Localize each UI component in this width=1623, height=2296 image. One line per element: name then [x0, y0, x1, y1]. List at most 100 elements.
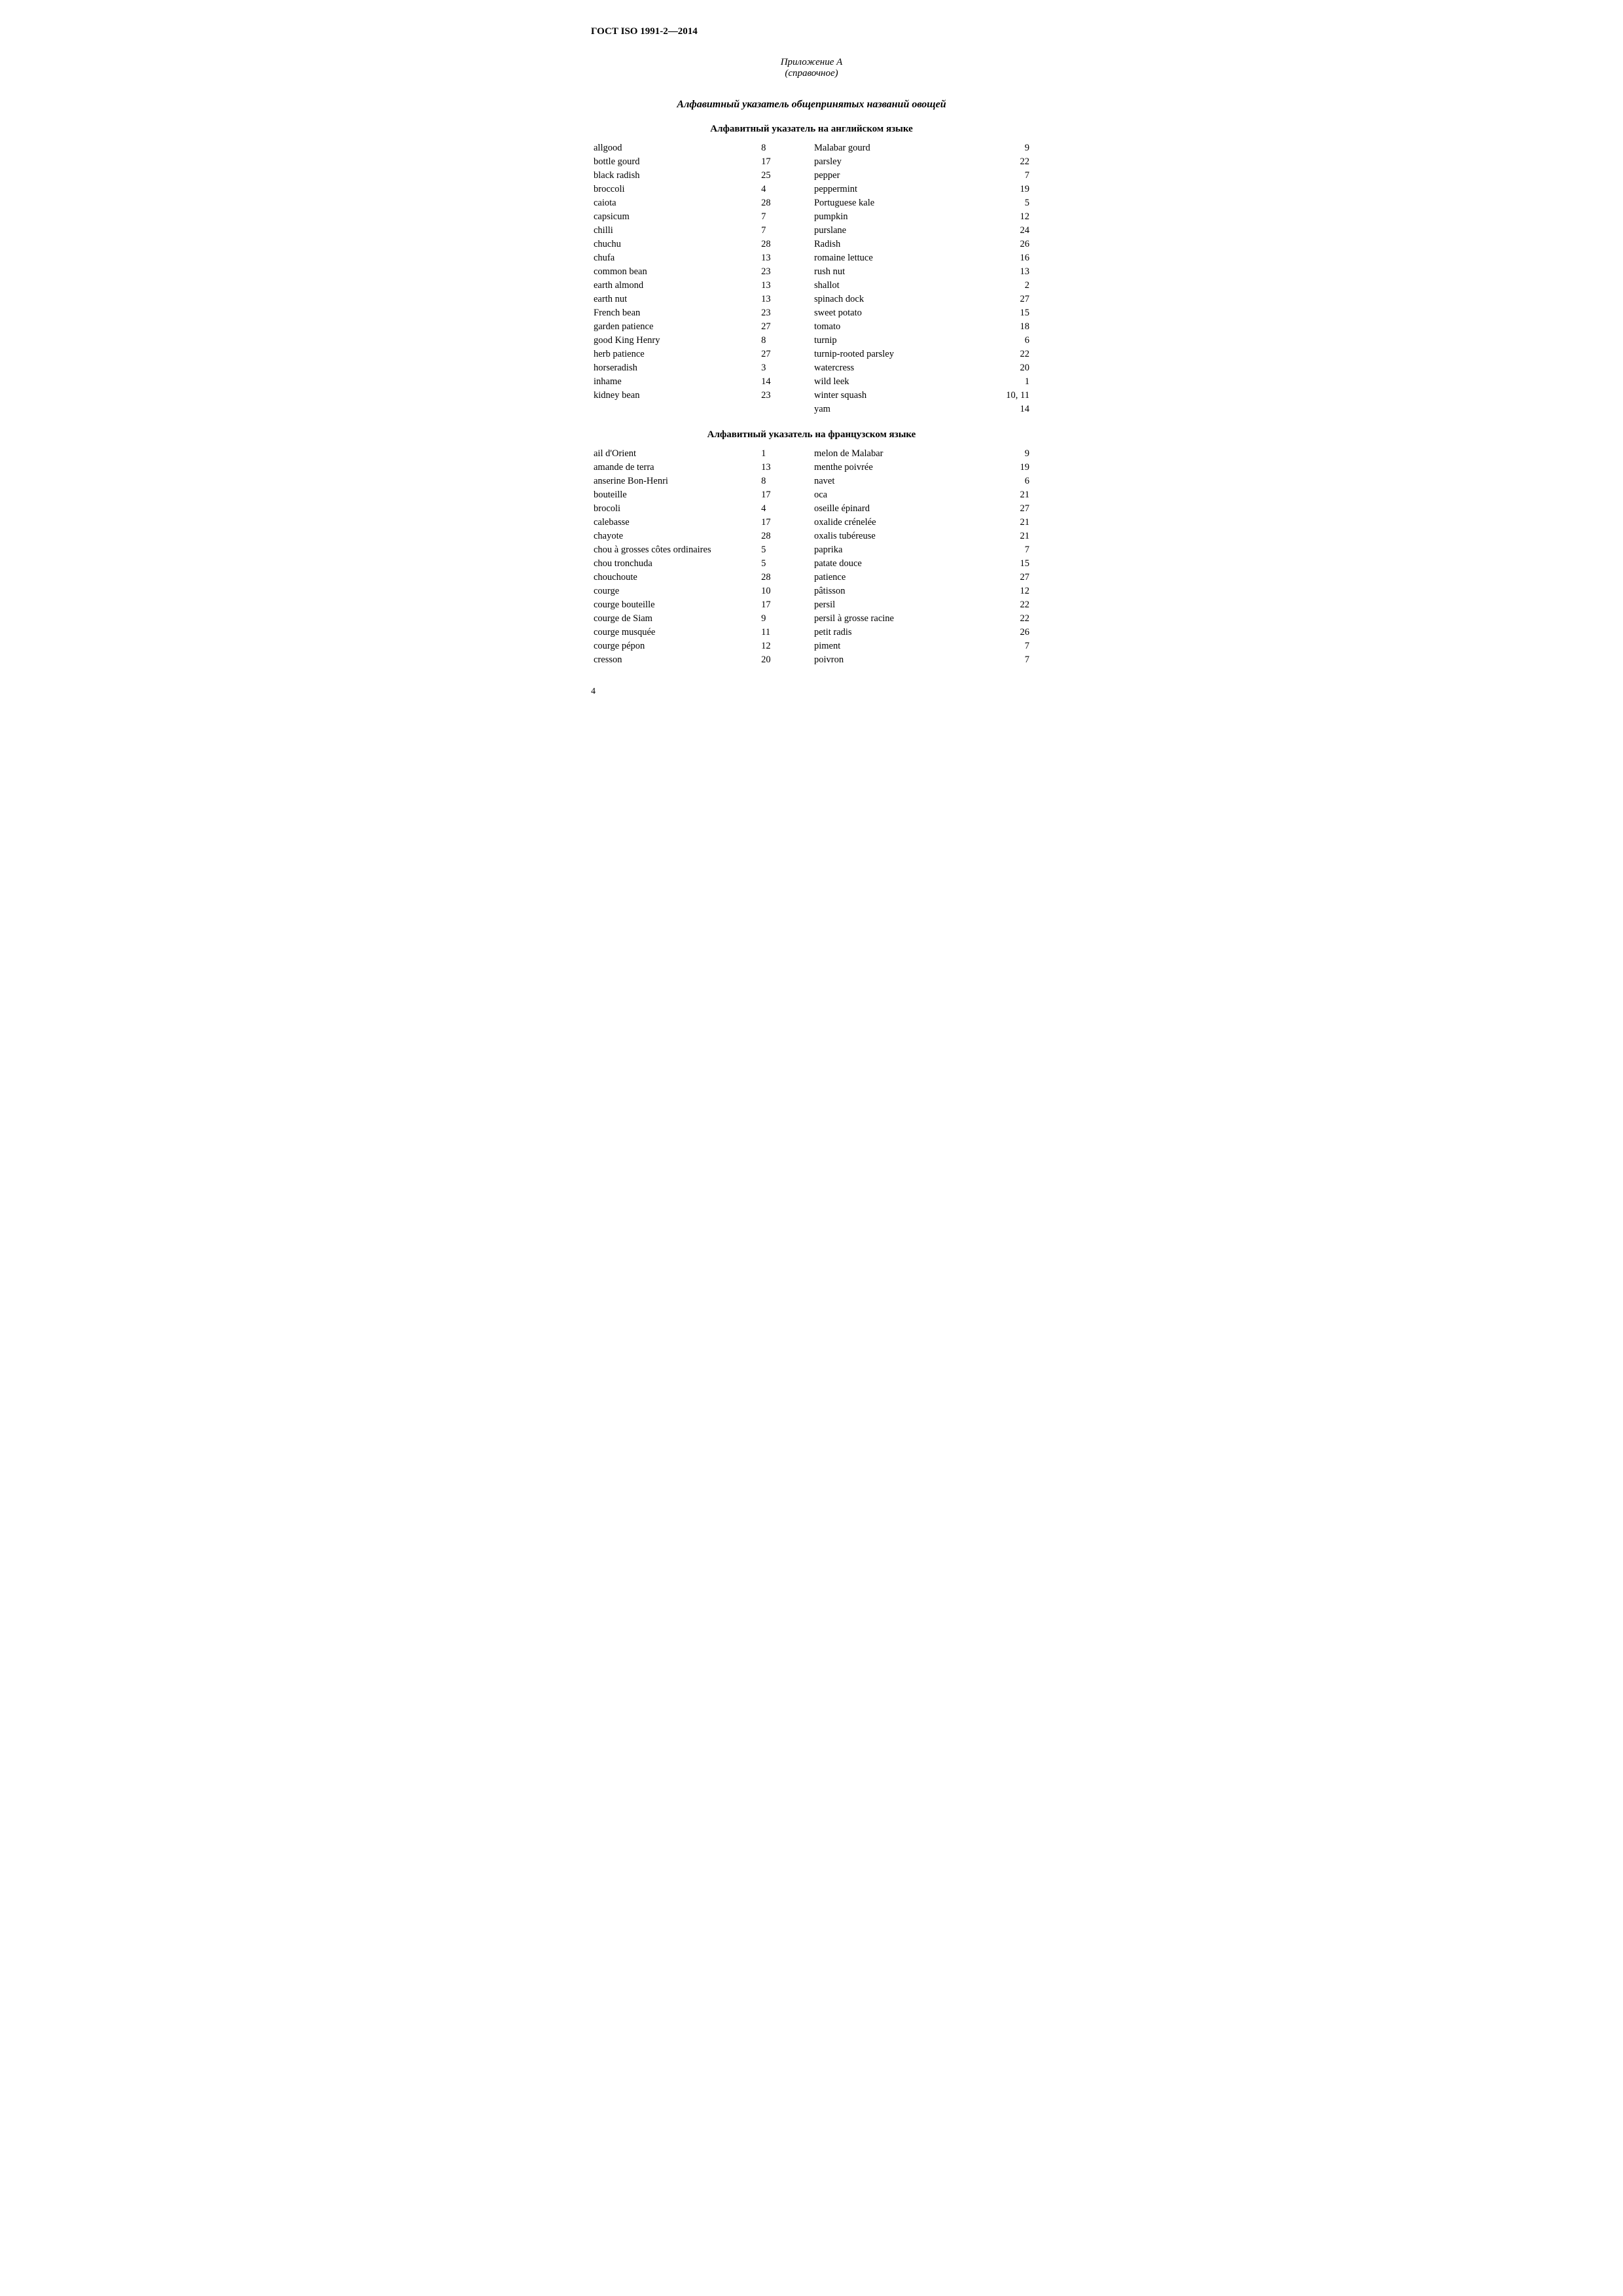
list-item: earth almond — [591, 279, 758, 293]
list-item: 10, 11 — [979, 389, 1032, 403]
list-item: 23 — [758, 265, 812, 279]
list-item: 15 — [979, 557, 1032, 571]
list-item: 1 — [979, 375, 1032, 389]
list-item: 13 — [758, 251, 812, 265]
list-item: 19 — [979, 461, 1032, 475]
table-row: chouchoute 28 patience 27 — [591, 571, 1032, 584]
list-item: 23 — [758, 306, 812, 320]
main-title: Алфавитный указатель общепринятых назван… — [591, 99, 1032, 111]
list-item: 9 — [979, 141, 1032, 155]
table-row: chou tronchuda 5 patate douce 15 — [591, 557, 1032, 571]
list-item: pepper — [812, 169, 979, 183]
list-item: chou tronchuda — [591, 557, 758, 571]
list-item: chilli — [591, 224, 758, 238]
list-item: 17 — [758, 488, 812, 502]
list-item: 28 — [758, 238, 812, 251]
list-item: French bean — [591, 306, 758, 320]
list-item: tomato — [812, 320, 979, 334]
list-item: persil — [812, 598, 979, 612]
list-item: 25 — [758, 169, 812, 183]
list-item: anserine Bon-Henri — [591, 475, 758, 488]
list-item: bouteille — [591, 488, 758, 502]
list-item: oxalide crénelée — [812, 516, 979, 529]
list-item: cresson — [591, 653, 758, 667]
table-row: capsicum 7 pumpkin 12 — [591, 210, 1032, 224]
table-row: chayote 28 oxalis tubéreuse 21 — [591, 529, 1032, 543]
list-item: 13 — [758, 461, 812, 475]
appendix-block: Приложение А (справочное) — [591, 57, 1032, 79]
list-item: persil à grosse racine — [812, 612, 979, 626]
list-item: garden patience — [591, 320, 758, 334]
list-item: chou à grosses côtes ordinaires — [591, 543, 758, 557]
english-section-title: Алфавитный указатель на английском языке — [591, 124, 1032, 135]
list-item: courge pépon — [591, 639, 758, 653]
list-item: navet — [812, 475, 979, 488]
list-item: allgood — [591, 141, 758, 155]
list-item: courge — [591, 584, 758, 598]
list-item: 23 — [758, 389, 812, 403]
table-row: courge bouteille 17 persil 22 — [591, 598, 1032, 612]
list-item: 20 — [979, 361, 1032, 375]
table-row: French bean 23 sweet potato 15 — [591, 306, 1032, 320]
list-item: 22 — [979, 155, 1032, 169]
table-row: ail d'Orient 1 melon de Malabar 9 — [591, 447, 1032, 461]
list-item: 26 — [979, 626, 1032, 639]
list-item: 27 — [979, 502, 1032, 516]
list-item: 12 — [758, 639, 812, 653]
list-item: chouchoute — [591, 571, 758, 584]
list-item: 5 — [758, 543, 812, 557]
french-section-title: Алфавитный указатель на французском язык… — [591, 429, 1032, 440]
list-item: petit radis — [812, 626, 979, 639]
list-item: herb patience — [591, 348, 758, 361]
table-row: earth almond 13 shallot 2 — [591, 279, 1032, 293]
list-item: 28 — [758, 529, 812, 543]
list-item: 28 — [758, 571, 812, 584]
table-row: calebasse 17 oxalide crénelée 21 — [591, 516, 1032, 529]
list-item: courge de Siam — [591, 612, 758, 626]
list-item: broccoli — [591, 183, 758, 196]
list-item — [758, 403, 812, 416]
list-item: 27 — [979, 293, 1032, 306]
table-row: courge 10 pâtisson 12 — [591, 584, 1032, 598]
list-item: inhame — [591, 375, 758, 389]
table-row: earth nut 13 spinach dock 27 — [591, 293, 1032, 306]
table-row: anserine Bon-Henri 8 navet 6 — [591, 475, 1032, 488]
list-item: 21 — [979, 516, 1032, 529]
list-item: 13 — [979, 265, 1032, 279]
appendix-line2: (справочное) — [591, 68, 1032, 79]
list-item: courge bouteille — [591, 598, 758, 612]
list-item: 14 — [758, 375, 812, 389]
list-item — [591, 403, 758, 416]
list-item: 18 — [979, 320, 1032, 334]
table-row: broccoli 4 peppermint 19 — [591, 183, 1032, 196]
list-item: 4 — [758, 502, 812, 516]
french-index-table: ail d'Orient 1 melon de Malabar 9 amande… — [591, 447, 1032, 667]
table-row: yam 14 — [591, 403, 1032, 416]
list-item: Portuguese kale — [812, 196, 979, 210]
list-item: 1 — [758, 447, 812, 461]
list-item: patate douce — [812, 557, 979, 571]
list-item: romaine lettuce — [812, 251, 979, 265]
list-item: shallot — [812, 279, 979, 293]
list-item: melon de Malabar — [812, 447, 979, 461]
list-item: caiota — [591, 196, 758, 210]
list-item: 7 — [979, 639, 1032, 653]
list-item: good King Henry — [591, 334, 758, 348]
page-number: 4 — [591, 687, 1032, 697]
list-item: 21 — [979, 488, 1032, 502]
list-item: 5 — [758, 557, 812, 571]
list-item: yam — [812, 403, 979, 416]
table-row: courge de Siam 9 persil à grosse racine … — [591, 612, 1032, 626]
list-item: 9 — [979, 447, 1032, 461]
appendix-line1: Приложение А — [591, 57, 1032, 68]
list-item: piment — [812, 639, 979, 653]
list-item: 9 — [758, 612, 812, 626]
list-item: chuchu — [591, 238, 758, 251]
list-item: 27 — [758, 348, 812, 361]
list-item: 6 — [979, 334, 1032, 348]
list-item: menthe poivrée — [812, 461, 979, 475]
list-item: 8 — [758, 141, 812, 155]
list-item: chayote — [591, 529, 758, 543]
list-item: capsicum — [591, 210, 758, 224]
table-row: horseradish 3 watercress 20 — [591, 361, 1032, 375]
